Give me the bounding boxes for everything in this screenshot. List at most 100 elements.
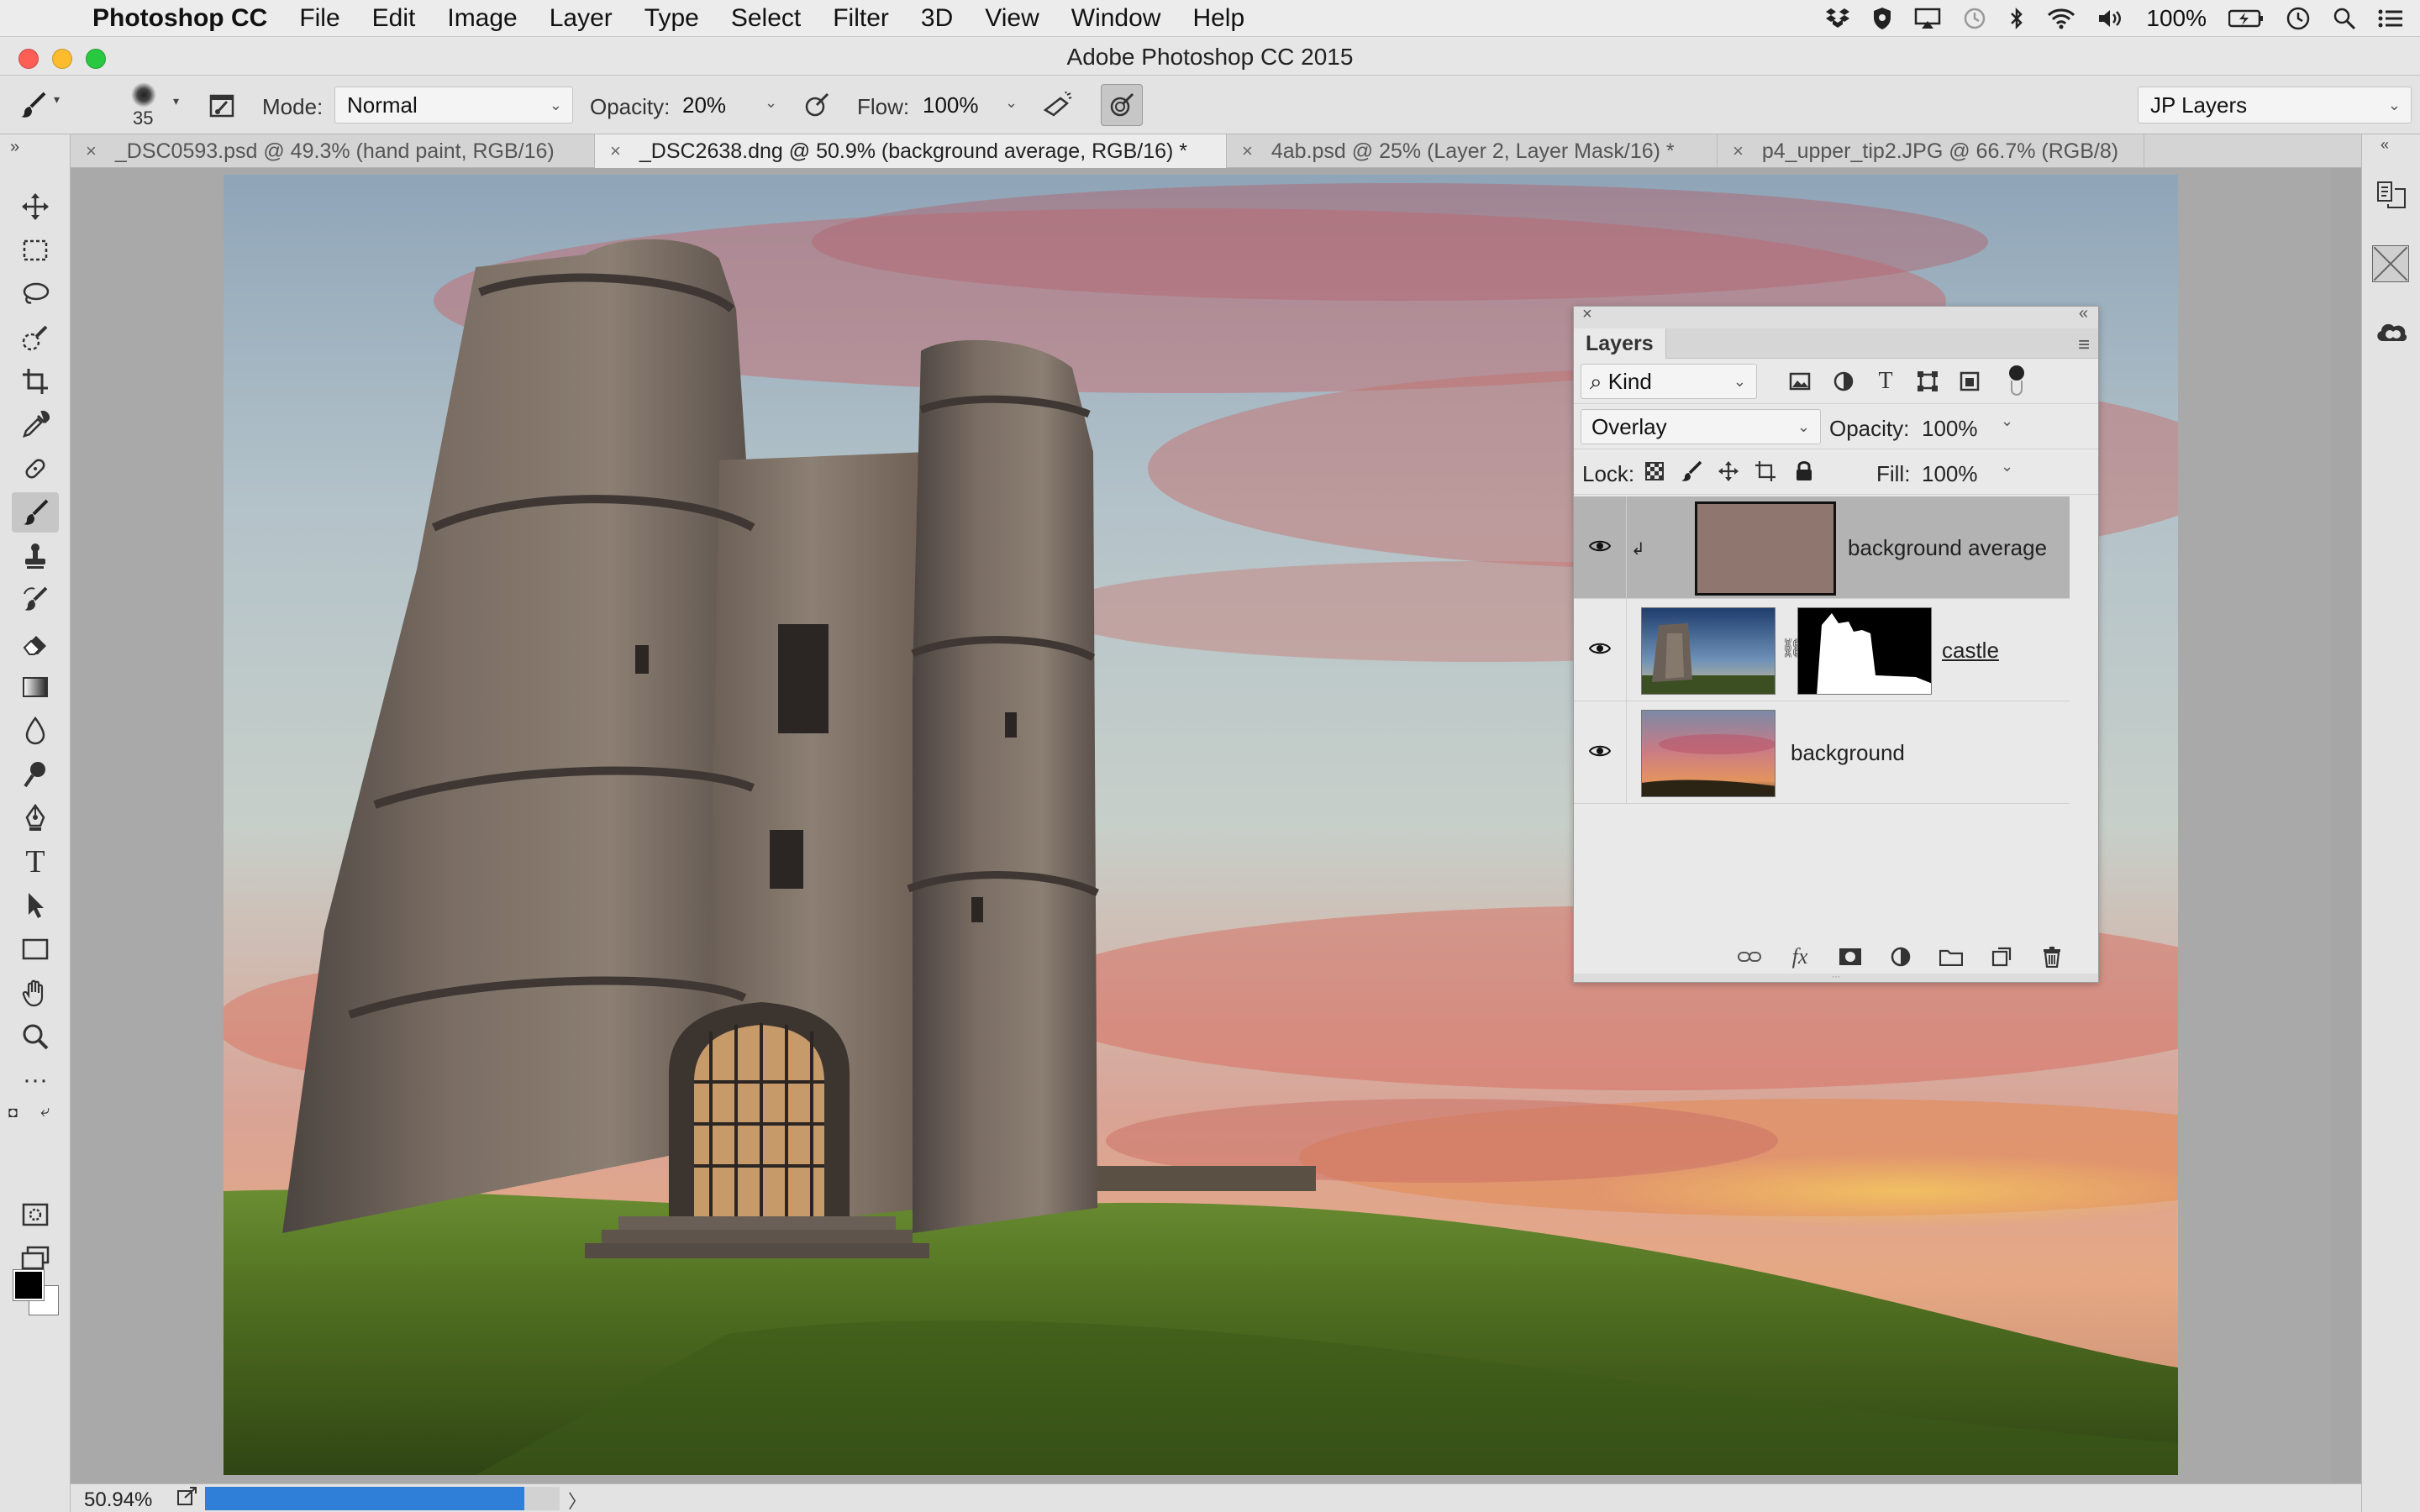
shape-layer-filter-icon[interactable] xyxy=(1913,367,1942,396)
swatch-panel-icon[interactable] xyxy=(2372,245,2409,282)
quick-mask-icon[interactable] xyxy=(12,1194,59,1235)
layer-thumbnail[interactable] xyxy=(1641,710,1776,797)
menu-view[interactable]: View xyxy=(985,4,1039,33)
dropbox-icon[interactable] xyxy=(1825,8,1850,29)
new-adjustment-layer-icon[interactable] xyxy=(1888,944,1913,969)
default-colors-icon[interactable]: ◘ xyxy=(8,1104,18,1121)
blur-tool-icon[interactable] xyxy=(12,711,59,751)
collapse-panel-icon[interactable]: « xyxy=(2079,304,2088,323)
flow-field[interactable]: 100% xyxy=(923,87,1010,123)
share-icon[interactable] xyxy=(176,1486,198,1512)
menu-help[interactable]: Help xyxy=(1192,4,1244,33)
opacity-field[interactable]: 20% xyxy=(682,87,770,123)
volume-icon[interactable] xyxy=(2097,8,2124,29)
crop-tool-icon[interactable] xyxy=(12,361,59,402)
panel-menu-icon[interactable]: ≡ xyxy=(2078,333,2090,357)
delete-layer-icon[interactable] xyxy=(2039,944,2065,969)
marquee-tool-icon[interactable] xyxy=(12,230,59,270)
clone-stamp-tool-icon[interactable] xyxy=(12,536,59,576)
path-selection-tool-icon[interactable] xyxy=(12,885,59,926)
close-tab-icon[interactable]: × xyxy=(610,140,621,162)
preset-caret-icon[interactable]: ▾ xyxy=(54,92,60,107)
filter-kind-dropdown[interactable]: ⌕ Kind ⌄ xyxy=(1581,364,1757,399)
clock-icon[interactable] xyxy=(2286,6,2311,31)
pixel-layer-filter-icon[interactable] xyxy=(1786,367,1814,396)
brush-size-caret-icon[interactable]: ▾ xyxy=(173,94,179,108)
spotlight-search-icon[interactable] xyxy=(2333,7,2356,30)
layer-name[interactable]: background xyxy=(1791,740,1905,766)
blend-mode-dropdown[interactable]: Overlay ⌄ xyxy=(1581,409,1821,444)
fill-slider-caret-icon[interactable]: ⌄ xyxy=(2001,458,2013,475)
gradient-tool-icon[interactable] xyxy=(12,667,59,707)
layer-row-background-average[interactable]: ↲ background average xyxy=(1574,496,2070,599)
properties-panel-icon[interactable] xyxy=(2372,175,2411,213)
layer-name[interactable]: background average xyxy=(1848,535,2047,561)
opacity-slider-caret-icon[interactable]: ⌄ xyxy=(2001,412,2013,430)
menu-layer[interactable]: Layer xyxy=(550,4,613,33)
rectangle-tool-icon[interactable] xyxy=(12,929,59,969)
healing-brush-tool-icon[interactable] xyxy=(12,449,59,489)
layer-row-castle[interactable]: ⛓ castle xyxy=(1574,599,2070,701)
menu-select[interactable]: Select xyxy=(731,4,801,33)
pressure-size-icon[interactable] xyxy=(1101,84,1143,126)
brush-tool-preset-icon[interactable] xyxy=(15,87,52,123)
zoom-level[interactable]: 50.94% xyxy=(84,1488,152,1512)
hand-tool-icon[interactable] xyxy=(12,973,59,1013)
menu-3d[interactable]: 3D xyxy=(921,4,953,33)
type-tool-icon[interactable]: T xyxy=(12,842,59,882)
smart-object-filter-icon[interactable] xyxy=(1955,367,1984,396)
close-panel-icon[interactable]: × xyxy=(1582,305,1592,324)
doc-tab[interactable]: × p4_upper_tip2.JPG @ 66.7% (RGB/8) xyxy=(1718,134,2144,168)
menu-filter[interactable]: Filter xyxy=(833,4,889,33)
lasso-tool-icon[interactable] xyxy=(12,274,59,314)
layer-mask-thumbnail[interactable] xyxy=(1797,607,1932,695)
lock-position-icon[interactable] xyxy=(1715,458,1742,485)
new-group-icon[interactable] xyxy=(1939,944,1964,969)
dodge-tool-icon[interactable] xyxy=(12,754,59,795)
creative-cloud-libraries-icon[interactable] xyxy=(2372,312,2411,351)
lock-image-pixels-icon[interactable] xyxy=(1678,458,1705,485)
eye-icon[interactable] xyxy=(1587,636,1612,661)
layer-row-background[interactable]: background xyxy=(1574,701,2070,804)
expand-panels-icon[interactable]: « xyxy=(2381,136,2389,154)
layer-style-fx-icon[interactable]: fx xyxy=(1787,944,1812,969)
battery-percent[interactable]: 100% xyxy=(2146,5,2207,32)
menu-type[interactable]: Type xyxy=(644,4,699,33)
more-tools-icon[interactable]: ··· xyxy=(12,1060,59,1100)
filter-toggle-switch[interactable] xyxy=(2007,365,2026,399)
flow-caret-icon[interactable]: ⌄ xyxy=(1005,94,1018,112)
eraser-tool-icon[interactable] xyxy=(12,623,59,664)
notification-center-icon[interactable] xyxy=(2378,8,2403,29)
menu-edit[interactable]: Edit xyxy=(372,4,416,33)
layer-thumbnail[interactable] xyxy=(1695,501,1836,596)
battery-icon[interactable] xyxy=(2228,8,2264,29)
zoom-tool-icon[interactable] xyxy=(12,1016,59,1057)
layer-name[interactable]: castle xyxy=(1942,638,1999,664)
fill-field[interactable]: 100% xyxy=(1922,461,1997,487)
new-layer-icon[interactable] xyxy=(1989,944,2014,969)
eye-icon[interactable] xyxy=(1587,533,1612,559)
lock-all-icon[interactable] xyxy=(1791,458,1818,485)
doc-tab[interactable]: × 4ab.psd @ 25% (Layer 2, Layer Mask/16)… xyxy=(1227,134,1718,168)
menu-window[interactable]: Window xyxy=(1071,4,1161,33)
menu-file[interactable]: File xyxy=(299,4,339,33)
pressure-opacity-icon[interactable] xyxy=(798,87,835,123)
pen-tool-icon[interactable] xyxy=(12,798,59,838)
screen-mode-icon[interactable] xyxy=(12,1238,59,1278)
brush-panel-toggle-icon[interactable] xyxy=(203,87,240,123)
type-layer-filter-icon[interactable]: T xyxy=(1871,367,1900,396)
add-mask-icon[interactable] xyxy=(1838,944,1863,969)
adjustment-layer-filter-icon[interactable] xyxy=(1829,367,1858,396)
panel-resize-grip[interactable]: ⋯ xyxy=(1574,974,2098,982)
shield-icon[interactable] xyxy=(1872,7,1892,30)
doc-tab-active[interactable]: × _DSC2638.dng @ 50.9% (background avera… xyxy=(595,134,1227,168)
collapse-panel-icon[interactable]: » xyxy=(10,138,19,157)
workspace-dropdown[interactable]: JP Layers ⌄ xyxy=(2138,87,2412,123)
eyedropper-tool-icon[interactable] xyxy=(12,405,59,445)
tab-layers[interactable]: Layers xyxy=(1574,328,1666,359)
quick-select-tool-icon[interactable] xyxy=(12,318,59,358)
panel-header[interactable]: × « xyxy=(1574,304,2098,328)
link-layers-icon[interactable] xyxy=(1737,944,1762,969)
history-brush-tool-icon[interactable] xyxy=(12,580,59,620)
airplay-icon[interactable] xyxy=(1914,8,1941,29)
